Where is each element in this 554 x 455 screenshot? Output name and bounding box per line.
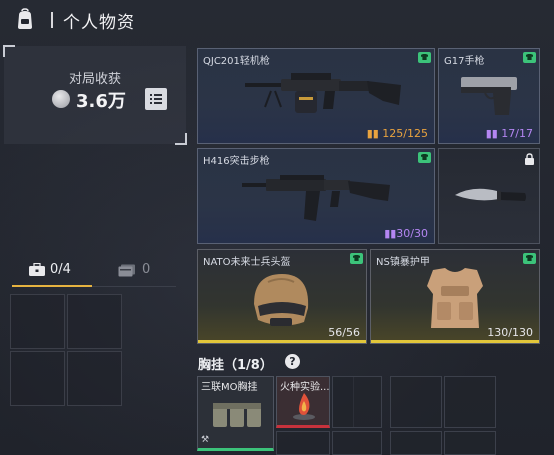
income-detail-button[interactable] <box>145 88 167 110</box>
armor-name: NATO未来士兵头盔 <box>203 257 291 268</box>
help-icon[interactable]: ? <box>285 354 300 369</box>
corner-decoration <box>3 45 15 57</box>
chest-rig-icon <box>213 403 261 427</box>
coin-icon <box>52 90 70 108</box>
chest-rig-slot[interactable] <box>390 376 442 428</box>
item-name: 三联MO胸挂 <box>201 382 258 393</box>
safebox-grid <box>10 294 124 408</box>
weapon-name: H416突击步枪 <box>203 156 270 167</box>
briefcase-icon <box>29 263 45 276</box>
weapon-name: QJC201轻机枪 <box>203 56 270 67</box>
backpack-icon <box>18 8 32 29</box>
chest-rig-slot[interactable] <box>444 376 496 428</box>
pistol-slot[interactable]: G17手枪 ▮▮ 17/17 <box>438 48 540 144</box>
rarity-badge-icon <box>523 52 536 63</box>
body-armor-icon <box>427 268 483 328</box>
durability-value: 56/56 <box>328 326 360 339</box>
weapon-name: G17手枪 <box>444 56 485 67</box>
rarity-badge-icon <box>418 152 431 163</box>
tab-active-indicator <box>12 285 92 287</box>
ammo-count: ▮▮ 17/17 <box>485 127 533 140</box>
chest-rig-slot[interactable] <box>332 431 382 455</box>
income-value: 3.6万 <box>76 91 126 112</box>
tab-safebox-label: 0/4 <box>50 262 71 277</box>
tool-icon: ⚒ <box>201 435 210 445</box>
tab-safebox[interactable]: 0/4 <box>12 256 92 286</box>
chest-rig-equipped[interactable]: 三联MO胸挂 ⚒ <box>197 376 274 451</box>
list-icon <box>150 94 162 104</box>
chest-rig-slot[interactable] <box>444 431 496 455</box>
lock-icon <box>525 153 534 165</box>
pistol-icon <box>461 77 517 115</box>
safebox-slot[interactable] <box>67 294 122 349</box>
bullet-icon: ▮▮ <box>485 127 498 140</box>
page-title: 个人物资 <box>63 13 135 33</box>
income-label: 对局收获 <box>68 72 121 87</box>
tab-divider <box>92 286 176 287</box>
card-icon <box>118 264 135 277</box>
chest-rig-slot[interactable] <box>390 431 442 455</box>
header: 个人物资 <box>0 0 554 40</box>
safebox-slot[interactable] <box>10 351 65 406</box>
durability-bar <box>371 340 539 343</box>
helmet-icon <box>254 274 309 326</box>
vest-slot[interactable]: NS镇暴护甲 130/130 <box>370 249 540 344</box>
bullet-icon: ▮▮ <box>366 127 379 140</box>
chest-rig-slot[interactable] <box>332 376 382 428</box>
chest-rig-title: 胸挂（1/8） <box>198 358 273 373</box>
bullet-icon: ▮▮ <box>384 227 397 240</box>
knife-icon <box>455 188 526 201</box>
rarity-badge-icon <box>523 253 536 264</box>
chest-rig-item[interactable]: 火种实验... <box>276 376 330 428</box>
ammo-count: ▮▮30/30 <box>384 227 428 240</box>
durability-value: 130/130 <box>487 326 533 339</box>
secondary-weapon-slot[interactable]: H416突击步枪 ▮▮30/30 <box>197 148 435 244</box>
tab-cards-label: 0 <box>142 262 151 277</box>
assault-rifle-icon <box>242 175 390 221</box>
safebox-slot[interactable] <box>10 294 65 349</box>
corner-decoration <box>175 133 187 145</box>
tab-cards[interactable]: 0 <box>116 256 176 286</box>
durability-bar <box>198 340 366 343</box>
machine-gun-icon <box>245 73 401 113</box>
match-income-panel: 对局收获 3.6万 <box>3 45 187 145</box>
safebox-slot[interactable] <box>67 351 122 406</box>
chest-rig-slot[interactable] <box>276 431 330 455</box>
header-separator <box>51 12 53 28</box>
melee-slot[interactable] <box>438 148 540 244</box>
helmet-slot[interactable]: NATO未来士兵头盔 56/56 <box>197 249 367 344</box>
rarity-badge-icon <box>418 52 431 63</box>
flame-icon <box>293 393 315 420</box>
primary-weapon-slot[interactable]: QJC201轻机枪 ▮▮ 125/125 <box>197 48 435 144</box>
rarity-badge-icon <box>350 253 363 264</box>
ammo-count: ▮▮ 125/125 <box>366 127 428 140</box>
